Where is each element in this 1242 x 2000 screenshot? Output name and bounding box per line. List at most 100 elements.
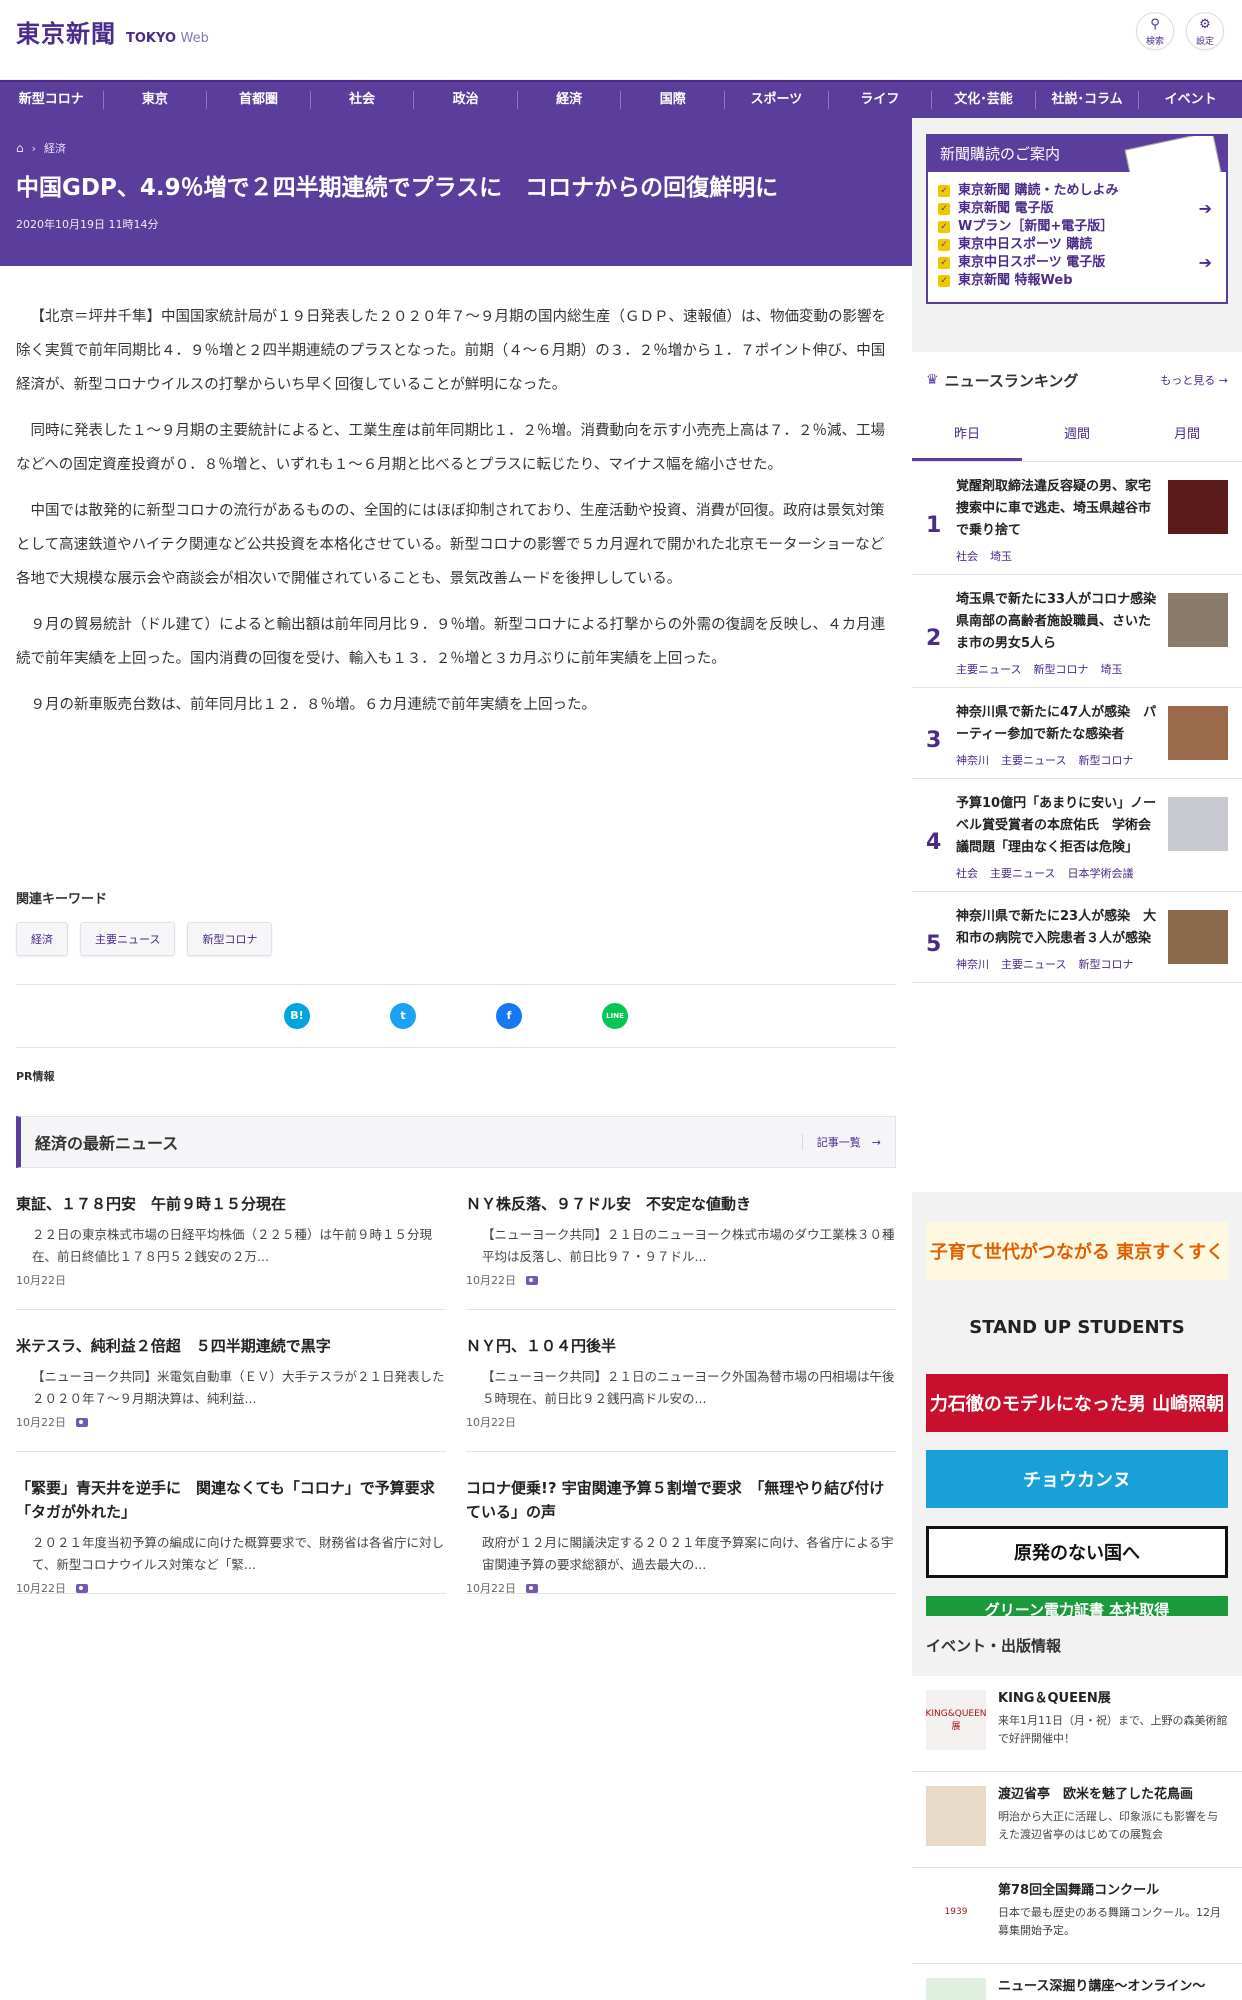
ranking-tag[interactable]: 埼玉 — [990, 548, 1012, 564]
ranking-tag[interactable]: 主要ニュース — [1001, 752, 1066, 768]
subscription-item[interactable]: ✓ 東京新聞 特報Web — [938, 272, 1226, 290]
ranking-tag[interactable]: 神奈川 — [956, 752, 989, 768]
keyword-tag[interactable]: 主要ニュース — [80, 922, 176, 956]
news-card[interactable]: 米テスラ、純利益２倍超 ５四半期連続で黒字 【ニューヨーク共同】米電気自動車（ＥＶ… — [16, 1310, 446, 1452]
nav-item[interactable]: ライフ — [829, 91, 933, 109]
login-arrow-icon[interactable]: ➔ — [1199, 254, 1212, 272]
facebook-share-icon[interactable]: f — [496, 1003, 522, 1029]
event-item[interactable]: 渡辺省亭 欧米を魅了した花鳥画 明治から大正に活躍し、印象派にも影響を与えた渡辺省… — [912, 1772, 1242, 1868]
ranking-tab[interactable]: 週間 — [1022, 408, 1132, 461]
login-arrow-icon[interactable]: ➔ — [1199, 200, 1212, 218]
event-title[interactable]: 第78回全国舞踊コンクール — [998, 1882, 1228, 1900]
event-title[interactable]: KING＆QUEEN展 — [998, 1690, 1228, 1708]
news-title[interactable]: ＮＹ株反落、９７ドル安 不安定な値動き — [466, 1192, 896, 1216]
ranking-thumbnail[interactable] — [1168, 797, 1228, 851]
ranking-tag[interactable]: 主要ニュース — [956, 661, 1021, 677]
news-card[interactable]: ＮＹ株反落、９７ドル安 不安定な値動き 【ニューヨーク共同】２１日のニューヨーク株… — [466, 1168, 896, 1310]
hatena-share-icon[interactable]: B! — [284, 1003, 310, 1029]
ranking-tab[interactable]: 昨日 — [912, 408, 1022, 461]
event-thumbnail[interactable]: 1939 — [926, 1882, 986, 1942]
subscription-item[interactable]: ✓ 東京新聞 電子版 ➔ — [938, 200, 1226, 218]
ranking-tag[interactable]: 埼玉 — [1100, 661, 1122, 677]
subscription-item[interactable]: ✓ Wプラン［新聞+電子版］ — [938, 218, 1226, 236]
ranking-title-text[interactable]: 予算10億円「あまりに安い」ノーベル賞受賞者の本庶佑氏 学術会議問題「理由なく拒… — [956, 793, 1158, 859]
ranking-thumbnail[interactable] — [1168, 593, 1228, 647]
ranking-thumbnail[interactable] — [1168, 910, 1228, 964]
event-thumbnail[interactable] — [926, 1978, 986, 2000]
keyword-tag[interactable]: 新型コロナ — [187, 922, 273, 956]
ranking-item[interactable]: 4 予算10億円「あまりに安い」ノーベル賞受賞者の本庶佑氏 学術会議問題「理由なく… — [912, 779, 1242, 892]
ranking-item[interactable]: 5 神奈川県で新たに23人が感染 大和市の病院で入院患者３人が感染 神奈川 主要ニュー… — [912, 892, 1242, 983]
check-icon: ✓ — [938, 221, 950, 233]
ranking-tab[interactable]: 月間 — [1132, 408, 1242, 461]
subscription-item[interactable]: ✓ 東京中日スポーツ 電子版 ➔ — [938, 254, 1226, 272]
sidebar-banner[interactable]: チョウカンヌ — [926, 1450, 1228, 1508]
event-thumbnail[interactable] — [926, 1786, 986, 1846]
ranking-tag[interactable]: 新型コロナ — [1033, 661, 1088, 677]
nav-item[interactable]: 新型コロナ — [0, 91, 104, 109]
news-title[interactable]: ＮＹ円、１０４円後半 — [466, 1334, 896, 1358]
nav-item[interactable]: 首都圏 — [207, 91, 311, 109]
event-item[interactable]: KING&QUEEN展 KING＆QUEEN展 来年1月11日（月・祝）まで、上野の… — [912, 1676, 1242, 1772]
ranking-title-text[interactable]: 神奈川県で新たに47人が感染 パーティー参加で新たな感染者 — [956, 702, 1158, 746]
ranking-thumbnail[interactable] — [1168, 706, 1228, 760]
ranking-thumbnail[interactable] — [1168, 480, 1228, 534]
ranking-tag[interactable]: 新型コロナ — [1078, 956, 1133, 972]
event-title[interactable]: 渡辺省亭 欧米を魅了した花鳥画 — [998, 1786, 1228, 1804]
search-button[interactable]: ⚲ 検索 — [1136, 12, 1174, 50]
ranking-tag[interactable]: 日本学術会議 — [1067, 865, 1133, 881]
news-title[interactable]: 東証、１７８円安 午前９時１５分現在 — [16, 1192, 446, 1216]
nav-item[interactable]: 東京 — [104, 91, 208, 109]
nav-item[interactable]: 社会 — [311, 91, 415, 109]
ranking-tag[interactable]: 神奈川 — [956, 956, 989, 972]
ranking-tag[interactable]: 新型コロナ — [1078, 752, 1133, 768]
line-share-icon[interactable]: LINE — [602, 1003, 628, 1029]
site-logo[interactable]: 東京新聞 TOKYO Web — [16, 14, 209, 49]
news-card[interactable]: 「緊要」青天井を逆手に 関連なくても「コロナ」で予算要求「タガが外れた」 ２０２１… — [16, 1452, 446, 1595]
subscription-item[interactable]: ✓ 東京新聞 購読・ためしよみ — [938, 182, 1226, 200]
ranking-item[interactable]: 2 埼玉県で新たに33人がコロナ感染 県南部の高齢者施設職員、さいたま市の男女5人… — [912, 575, 1242, 688]
ranking-tag[interactable]: 主要ニュース — [1001, 956, 1066, 972]
nav-item[interactable]: 文化･芸能 — [932, 91, 1036, 109]
news-title[interactable]: 米テスラ、純利益２倍超 ５四半期連続で黒字 — [16, 1334, 446, 1358]
news-title[interactable]: コロナ便乗!? 宇宙関連予算５割増で要求 「無理やり結び付けている」の声 — [466, 1476, 896, 1524]
nav-item[interactable]: 国際 — [621, 91, 726, 109]
event-title[interactable]: ニュース深掘り講座～オンライン～ — [998, 1978, 1205, 1996]
nav-item[interactable]: 経済 — [518, 91, 622, 109]
subscription-item[interactable]: ✓ 東京中日スポーツ 購読 — [938, 236, 1226, 254]
event-thumbnail[interactable]: KING&QUEEN展 — [925, 1690, 987, 1750]
nav-item[interactable]: 政治 — [414, 91, 518, 109]
sidebar-banner[interactable]: STAND UP STUDENTS — [926, 1298, 1228, 1356]
nav-item[interactable]: 社説･コラム — [1036, 91, 1140, 109]
sidebar-banner[interactable]: 力石徹のモデルになった男 山崎照朝 — [926, 1374, 1228, 1432]
ranking-tag[interactable]: 主要ニュース — [990, 865, 1055, 881]
ranking-title-text[interactable]: 覚醒剤取締法違反容疑の男、家宅捜索中に車で逃走、埼玉県越谷市で乗り捨て — [956, 476, 1158, 542]
news-card[interactable]: 東証、１７８円安 午前９時１５分現在 ２２日の東京株式市場の日経平均株価（２２５種… — [16, 1168, 446, 1310]
nav-item[interactable]: イベント — [1139, 91, 1242, 109]
ranking-title-text[interactable]: 神奈川県で新たに23人が感染 大和市の病院で入院患者３人が感染 — [956, 906, 1158, 950]
gear-icon: ⚙ — [1199, 17, 1211, 32]
ranking-item[interactable]: 3 神奈川県で新たに47人が感染 パーティー参加で新たな感染者 神奈川 主要ニュース新… — [912, 688, 1242, 779]
ranking-tag[interactable]: 社会 — [956, 548, 978, 564]
ranking-list: 1 覚醒剤取締法違反容疑の男、家宅捜索中に車で逃走、埼玉県越谷市で乗り捨て 社会 埼玉… — [912, 462, 1242, 983]
sidebar-banner[interactable]: 原発のない国へ — [926, 1526, 1228, 1578]
twitter-share-icon[interactable]: t — [390, 1003, 416, 1029]
news-title[interactable]: 「緊要」青天井を逆手に 関連なくても「コロナ」で予算要求「タガが外れた」 — [16, 1476, 446, 1524]
home-icon[interactable]: ⌂ — [16, 141, 24, 155]
ranking-more-link[interactable]: もっと見る → — [1160, 372, 1228, 388]
event-item[interactable]: ニュース深掘り講座～オンライン～論説委員、記者がニュースを徹底解説 — [912, 1964, 1242, 2000]
ranking-item[interactable]: 1 覚醒剤取締法違反容疑の男、家宅捜索中に車で逃走、埼玉県越谷市で乗り捨て 社会 埼玉 — [912, 462, 1242, 575]
news-card[interactable]: ＮＹ円、１０４円後半 【ニューヨーク共同】２１日のニューヨーク外国為替市場の円相場… — [466, 1310, 896, 1452]
ranking-tag[interactable]: 社会 — [956, 865, 978, 881]
settings-button[interactable]: ⚙ 設定 — [1186, 12, 1224, 50]
breadcrumb-category[interactable]: 経済 — [44, 140, 66, 156]
article-list-link[interactable]: 記事一覧 → — [801, 1134, 881, 1150]
keyword-tag[interactable]: 経済 — [16, 922, 68, 956]
article-paragraph: ９月の貿易統計（ドル建て）によると輸出額は前年同月比９．９％増。新型コロナによる… — [16, 617, 886, 667]
ranking-title-text[interactable]: 埼玉県で新たに33人がコロナ感染 県南部の高齢者施設職員、さいたま市の男女5人ら — [956, 589, 1169, 655]
event-item[interactable]: 1939 第78回全国舞踊コンクール 日本で最も歴史のある舞踊コンクール。12月募集… — [912, 1868, 1242, 1964]
news-card[interactable]: コロナ便乗!? 宇宙関連予算５割増で要求 「無理やり結び付けている」の声 政府が１… — [466, 1452, 896, 1595]
sidebar-banner[interactable]: 子育て世代がつながる 東京すくすく — [926, 1222, 1228, 1280]
news-date: 10月22日 — [16, 1274, 66, 1287]
nav-item[interactable]: スポーツ — [725, 91, 829, 109]
